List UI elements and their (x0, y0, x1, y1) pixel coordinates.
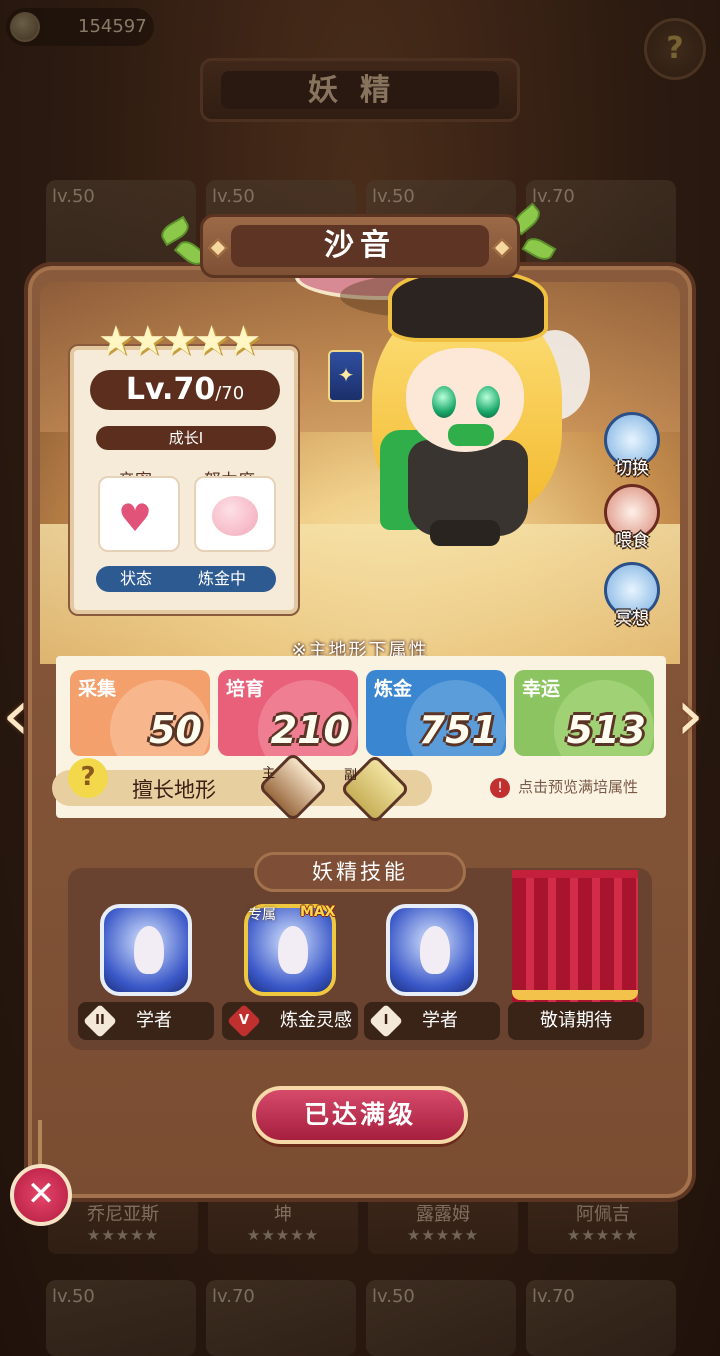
attr-value: 210 (270, 708, 350, 752)
curtain-trim (512, 990, 638, 1000)
level-max: /70 (215, 383, 245, 404)
terrain-label: 擅长地形 (132, 778, 216, 802)
attr-alchemy: 炼金 751 (366, 670, 506, 756)
gem-decor-icon (208, 238, 228, 258)
level-value: Lv.70 (125, 372, 216, 407)
attr-value: 50 (149, 708, 202, 752)
rank-icon: I (369, 1004, 403, 1038)
preview-hint-text: 点击预览满培属性 (518, 778, 639, 796)
max-tag: MAX (300, 904, 336, 920)
fairy-name: 沙音 (231, 225, 489, 267)
sub-terrain-label: 副 (344, 768, 358, 783)
status-label: 状态 (120, 569, 153, 588)
next-arrow-icon[interactable]: › (676, 680, 718, 756)
shell-icon (134, 926, 164, 974)
attr-name: 采集 (78, 678, 117, 700)
rank-icon: II (83, 1004, 117, 1038)
skill-name: 敬请期待 (540, 1010, 612, 1031)
attr-name: 幸运 (522, 678, 561, 700)
character-eye (432, 386, 456, 418)
gem-decor-icon (492, 238, 512, 258)
skill-plate-coming-soon: 敬请期待 (508, 1002, 644, 1040)
rank-value: I (383, 1013, 389, 1028)
character-legs (430, 520, 500, 546)
rope-decor (38, 1120, 42, 1166)
tarot-card-icon: ✦ (328, 350, 364, 402)
fairy-stars: ★★★★★ (98, 318, 261, 364)
fairy-name-plate: 沙音 (200, 214, 520, 278)
character-bow (448, 424, 494, 446)
prev-arrow-icon[interactable]: ‹ (2, 680, 44, 756)
help-question-icon[interactable]: ? (68, 758, 108, 798)
status-value: 炼金中 (198, 569, 247, 588)
curtain-icon (512, 870, 638, 1002)
character-hat[interactable] (388, 270, 548, 342)
rank-value: II (95, 1013, 105, 1028)
max-level-button[interactable]: 已达满级 (252, 1086, 468, 1144)
skill-plate[interactable]: II 学者 (78, 1002, 214, 1040)
skill-name: 学者 (136, 1010, 172, 1031)
attr-name: 培育 (226, 678, 265, 700)
character-eye (476, 386, 500, 418)
attr-value: 513 (566, 708, 646, 752)
feed-button-label[interactable]: 喂食 (600, 526, 664, 551)
skill-plate[interactable]: V 炼金灵感 (222, 1002, 358, 1040)
skill-name: 学者 (422, 1010, 458, 1031)
effort-blob-icon (212, 496, 258, 536)
rank-value: V (238, 1013, 250, 1028)
shell-icon (420, 926, 450, 974)
switch-button-label[interactable]: 切换 (600, 454, 664, 479)
fairy-level: Lv.70/70 (90, 370, 280, 410)
skills-title: 妖精技能 (254, 852, 466, 892)
growth-badge[interactable]: 成长I (96, 426, 276, 450)
preview-hint[interactable]: ! 点击预览满培属性 (490, 776, 638, 798)
attr-nurture: 培育 210 (218, 670, 358, 756)
skill-icon-scholar[interactable] (100, 904, 192, 996)
exclusive-tag: 专属 (248, 907, 276, 923)
attr-name: 炼金 (374, 678, 413, 700)
close-icon[interactable]: ✕ (10, 1164, 72, 1226)
attr-gather: 采集 50 (70, 670, 210, 756)
heart-icon: ♥ (118, 496, 153, 540)
skill-plate[interactable]: I 学者 (364, 1002, 500, 1040)
skill-name: 炼金灵感 (280, 1010, 352, 1031)
rank-icon: V (227, 1004, 261, 1038)
status-bar: 状态 炼金中 (96, 566, 276, 592)
skill-icon-scholar[interactable] (386, 904, 478, 996)
shell-icon (278, 926, 308, 974)
warning-icon: ! (490, 777, 510, 798)
meditate-button-label[interactable]: 冥想 (600, 604, 664, 629)
main-terrain-label: 主 (262, 766, 276, 781)
attr-value: 751 (418, 708, 498, 752)
attr-luck: 幸运 513 (514, 670, 654, 756)
